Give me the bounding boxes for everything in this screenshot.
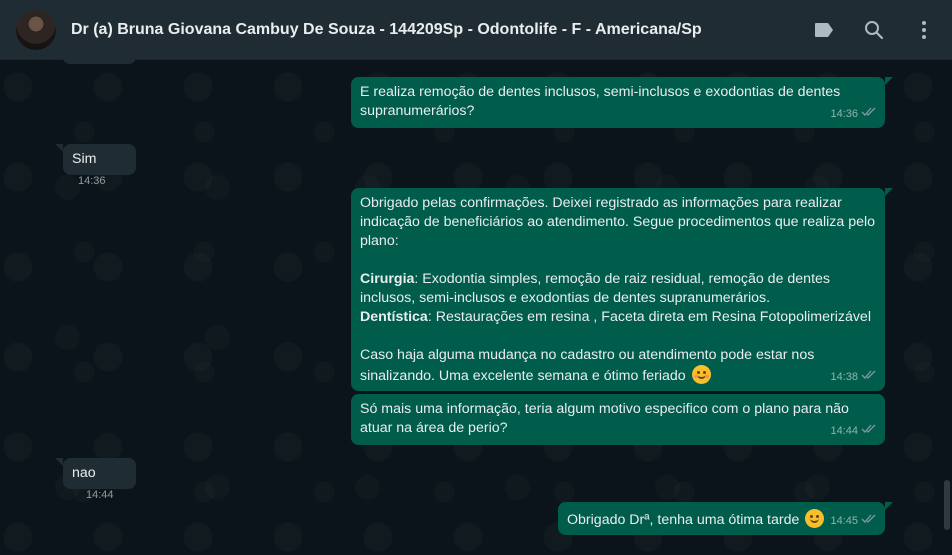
message-time: 14:38 <box>830 371 858 383</box>
paragraph-closing: Caso haja alguma mudança no cadastro ou … <box>360 347 819 384</box>
chat-scrollbar[interactable] <box>944 480 950 530</box>
text-cirurgia: : Exodontia simples, remoção de raiz res… <box>360 271 834 306</box>
double-check-icon <box>861 422 877 441</box>
search-icon[interactable] <box>862 18 886 42</box>
message-meta: 14:45 <box>830 512 877 531</box>
label-dentistica: Dentística <box>360 309 428 325</box>
smiling-face-icon <box>805 509 825 528</box>
contact-avatar[interactable] <box>16 9 56 50</box>
message-text: Sim <box>72 151 97 167</box>
chat-header: Dr (a) Bruna Giovana Cambuy De Souza - 1… <box>0 0 952 60</box>
message-bubble-partial <box>63 50 136 64</box>
message-time: 14:36 <box>78 175 106 187</box>
message-time: 14:44 <box>86 489 114 501</box>
message-bubble-incoming[interactable]: Sim 14:36 <box>63 144 136 187</box>
bubble-tail <box>55 458 63 466</box>
message-meta: 14:38 <box>830 368 877 387</box>
bubble-tail <box>885 188 893 196</box>
text-dentistica: : Restaurações em resina , Faceta direta… <box>427 309 871 325</box>
message-text: Obrigado Drª, tenha uma ótima tarde <box>567 512 800 528</box>
message-list[interactable]: E realiza remoção de dentes inclusos, se… <box>0 50 952 555</box>
message-bubble-outgoing[interactable]: E realiza remoção de dentes inclusos, se… <box>351 77 885 128</box>
menu-icon[interactable] <box>912 18 936 42</box>
label-cirurgia: Cirurgia <box>360 271 415 287</box>
message-time: 14:36 <box>830 108 858 120</box>
bubble-tail <box>55 144 63 152</box>
contact-name[interactable]: Dr (a) Bruna Giovana Cambuy De Souza - 1… <box>71 21 786 39</box>
message-text: nao <box>72 465 96 481</box>
message-bubble-outgoing[interactable]: Só mais uma informação, teria algum moti… <box>351 394 885 445</box>
paragraph-confirmation: Obrigado pelas confirmações. Deixei regi… <box>360 195 879 249</box>
smiling-face-icon <box>691 365 711 384</box>
label-icon[interactable] <box>812 18 836 42</box>
message-bubble-outgoing[interactable]: Obrigado Drª, tenha uma ótima tarde 14:4… <box>558 502 885 535</box>
message-time: 14:44 <box>830 425 858 437</box>
message-text: E realiza remoção de dentes inclusos, se… <box>360 84 845 119</box>
message-text: Obrigado pelas confirmações. Deixei regi… <box>360 194 876 386</box>
message-text: Só mais uma informação, teria algum moti… <box>360 401 853 436</box>
message-time: 14:45 <box>830 515 858 527</box>
message-bubble-outgoing[interactable]: Obrigado pelas confirmações. Deixei regi… <box>351 188 885 391</box>
double-check-icon <box>861 368 877 387</box>
message-meta: 14:36 <box>830 105 877 124</box>
double-check-icon <box>861 105 877 124</box>
double-check-icon <box>861 512 877 531</box>
message-meta: 14:44 <box>830 422 877 441</box>
message-bubble-incoming[interactable]: nao 14:44 <box>63 458 136 501</box>
bubble-tail <box>885 77 893 85</box>
bubble-tail <box>885 502 893 510</box>
